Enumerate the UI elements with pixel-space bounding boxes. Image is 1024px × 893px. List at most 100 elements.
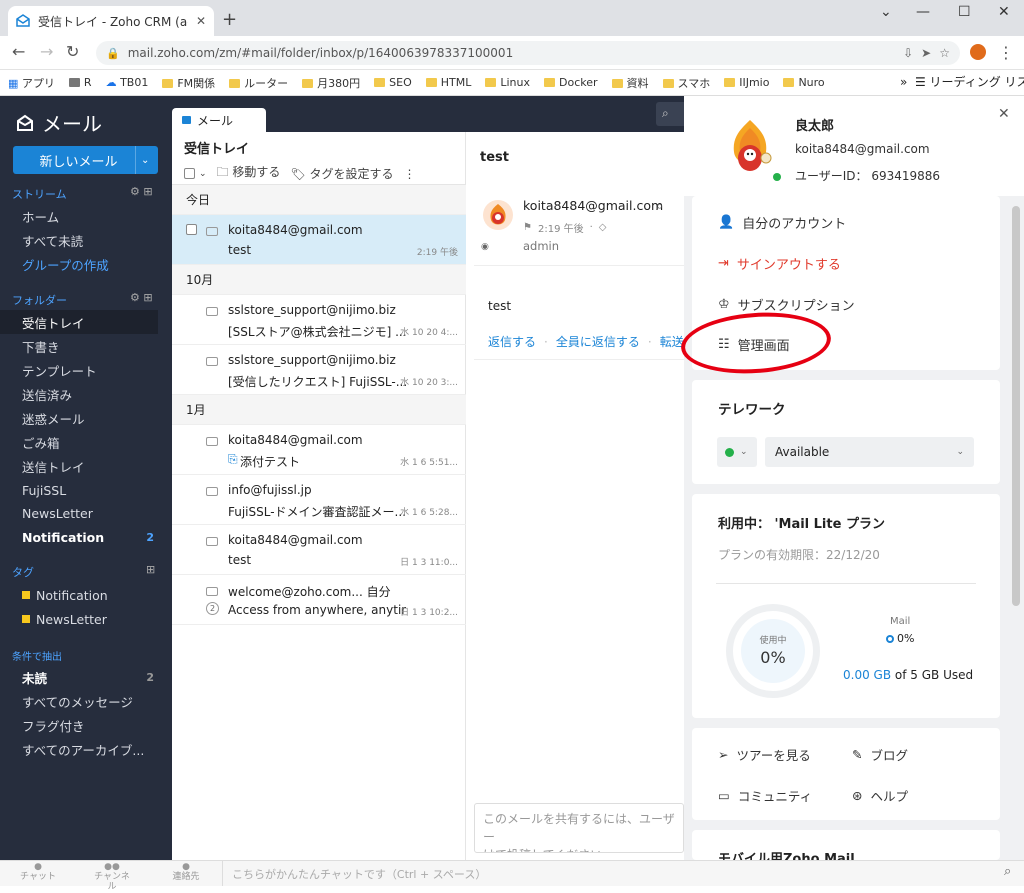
sidebar-item-outbox[interactable]: 送信トレイ [0, 454, 158, 478]
bookmark-folder[interactable]: 月380円 [302, 75, 360, 91]
mail-row[interactable]: koita8484@gmail.com ⎘ 添付テスト 水 1 6 5:51..… [172, 425, 466, 475]
folder-settings-icon[interactable]: ⚙ ⊞ [130, 291, 153, 304]
stream-settings-icon[interactable]: ⚙ ⊞ [130, 185, 153, 198]
tag-newsletter[interactable]: NewsLetter [0, 607, 158, 631]
tab-mail[interactable]: メール [172, 108, 266, 132]
sidebar-item-trash[interactable]: ごみ箱 [0, 430, 158, 454]
tour-link[interactable]: ➢ ツアーを見る [718, 745, 811, 764]
select-all-checkbox[interactable] [184, 168, 195, 179]
more-icon[interactable]: ⋮ [403, 167, 415, 181]
unread-count: 2 [146, 670, 154, 684]
my-account-link[interactable]: 👤 自分のアカウント [718, 213, 846, 232]
sidebar-item-templates[interactable]: テンプレート [0, 358, 158, 382]
back-arrow-icon[interactable]: ← [12, 42, 25, 61]
bookmark-apps[interactable]: ▦ アプリ [8, 75, 55, 91]
mail-row[interactable]: koita8484@gmail.com test 2:19 午後 [172, 215, 466, 265]
tag-button[interactable]: 🏷 タグを設定する [290, 165, 393, 182]
reply-link[interactable]: 返信する [488, 333, 536, 350]
subscription-link[interactable]: ♔ サブスクリプション [718, 295, 855, 314]
sidebar-item-notification[interactable]: Notification 2 [0, 525, 158, 549]
sender-email[interactable]: koita8484@gmail.com [523, 198, 663, 213]
maximize-button[interactable]: ☐ [958, 4, 971, 20]
community-link[interactable]: ▭ コミュニティ [718, 786, 812, 805]
star-icon[interactable]: ☆ [939, 46, 950, 60]
chat-input[interactable]: こちらがかんたんチャットです（Ctrl + スペース） [232, 866, 486, 882]
chevron-down-icon[interactable]: ⌄ [880, 4, 892, 20]
filter-archive[interactable]: すべてのアーカイブ... [0, 737, 158, 761]
chat-tab[interactable]: ● チャット [18, 862, 58, 883]
bookmark-folder[interactable]: SEO [374, 76, 412, 89]
sidebar-item-all-unread[interactable]: すべて未読 [0, 228, 158, 252]
mail-usage: 0% [886, 632, 914, 645]
bookmark-tb01[interactable]: ☁ TB01 [106, 76, 149, 89]
bookmark-folder[interactable]: HTML [425, 76, 471, 89]
row-checkbox[interactable] [186, 224, 197, 235]
move-button[interactable]: 🗀 移動する [217, 163, 281, 184]
panel-scrollbar[interactable] [1012, 206, 1020, 606]
chevron-down-icon[interactable]: ⌄ [141, 155, 149, 166]
mail-row[interactable]: sslstore_support@nijimo.biz [SSLストア@株式会社… [172, 295, 466, 345]
filter-unread[interactable]: 未読 2 [0, 665, 158, 689]
mail-row[interactable]: sslstore_support@nijimo.biz [受信したリクエスト] … [172, 345, 466, 395]
reply-all-link[interactable]: 全員に返信する [556, 333, 640, 350]
bookmark-folder[interactable]: Docker [544, 76, 598, 89]
help-link[interactable]: ⊛ ヘルプ [852, 786, 908, 805]
minimize-button[interactable]: — [916, 4, 930, 20]
extension-icon[interactable] [970, 44, 986, 60]
sidebar-item-sent[interactable]: 送信済み [0, 382, 158, 406]
contacts-tab[interactable]: ● 連絡先 [166, 862, 206, 883]
sidebar-item-spam[interactable]: 迷惑メール [0, 406, 158, 430]
sidebar-item-fujissl[interactable]: FujiSSL [0, 478, 158, 502]
bookmark-folder[interactable]: IIJmio [724, 76, 769, 89]
close-icon[interactable]: ✕ [998, 106, 1010, 122]
filter-flagged[interactable]: フラグ付き [0, 713, 158, 737]
mail-row[interactable]: info@fujissl.jp FujiSSL-ドメイン審査認証メー... 水 … [172, 475, 466, 525]
bookmark-folder[interactable]: FM関係 [162, 75, 215, 91]
mail-row[interactable]: koita8484@gmail.com test 日 1 3 11:0... [172, 525, 466, 575]
menu-dots-icon[interactable]: ⋮ [998, 43, 1014, 62]
share-comment-input[interactable]: このメールを共有するには、ユーザー けて投稿してください [474, 803, 684, 853]
send-icon[interactable]: ➤ [921, 46, 931, 60]
close-window-button[interactable]: ✕ [998, 4, 1010, 20]
signout-link[interactable]: ⇥ サインアウトする [718, 254, 841, 273]
filter-all-messages[interactable]: すべてのメッセージ [0, 689, 158, 713]
blog-link[interactable]: ✎ ブログ [852, 745, 908, 764]
folder-icon: 🗀 [216, 165, 229, 179]
chevron-down-icon[interactable]: ⌄ [199, 169, 207, 179]
bookmark-folder[interactable]: スマホ [662, 75, 710, 91]
sidebar-item-home[interactable]: ホーム [0, 204, 158, 228]
bookmark-folder[interactable]: ルーター [229, 75, 288, 91]
bookmark-r[interactable]: R [68, 76, 92, 89]
browser-tab[interactable]: 受信トレイ - Zoho CRM (admin@ ✕ [8, 6, 214, 36]
forward-arrow-icon[interactable]: → [40, 42, 53, 61]
new-tab-button[interactable]: + [222, 9, 237, 30]
search-icon[interactable]: ⌕ [656, 199, 663, 214]
mail-row[interactable]: welcome@zoho.com... 自分 2 Access from any… [172, 575, 466, 625]
reload-icon[interactable]: ↻ [66, 42, 79, 61]
new-mail-button[interactable]: 新しいメール ⌄ [13, 146, 158, 174]
tag-icon[interactable]: ◇ [599, 222, 607, 233]
tag-notification[interactable]: Notification [0, 583, 158, 607]
profile-avatar[interactable] [724, 118, 776, 178]
expand-icon[interactable]: ◉ [481, 242, 489, 252]
create-group-link[interactable]: グループの作成 [0, 252, 158, 276]
status-color-select[interactable]: ⌄ [717, 437, 757, 467]
add-tag-icon[interactable]: ⊞ [146, 563, 155, 576]
flag-icon[interactable]: ⚑ [523, 222, 532, 233]
status-select[interactable]: Available ⌄ [765, 437, 974, 467]
bookmark-folder[interactable]: Nuro [783, 76, 825, 89]
install-icon[interactable]: ⇩ [903, 46, 913, 60]
search-icon[interactable]: ⌕ [1004, 864, 1011, 879]
forward-link[interactable]: 転送 [660, 333, 684, 350]
tab-close-icon[interactable]: ✕ [196, 14, 206, 28]
search-icon[interactable]: ⌕ [656, 102, 684, 126]
sidebar-item-inbox[interactable]: 受信トレイ [0, 310, 158, 334]
sidebar-item-drafts[interactable]: 下書き [0, 334, 158, 358]
bookmark-folder[interactable]: Linux [485, 76, 530, 89]
sidebar-item-newsletter[interactable]: NewsLetter [0, 501, 158, 525]
url-bar[interactable]: 🔒 mail.zoho.com/zm/#mail/folder/inbox/p/… [96, 41, 960, 65]
bookmark-folder[interactable]: 資料 [611, 75, 649, 91]
channel-tab[interactable]: ●● チャンネル [90, 862, 134, 893]
mail-meta: ⚑ 2:19 午後 · ◇ [523, 222, 607, 235]
reading-list-button[interactable]: » ☰ リーディング リスト [896, 73, 1024, 90]
